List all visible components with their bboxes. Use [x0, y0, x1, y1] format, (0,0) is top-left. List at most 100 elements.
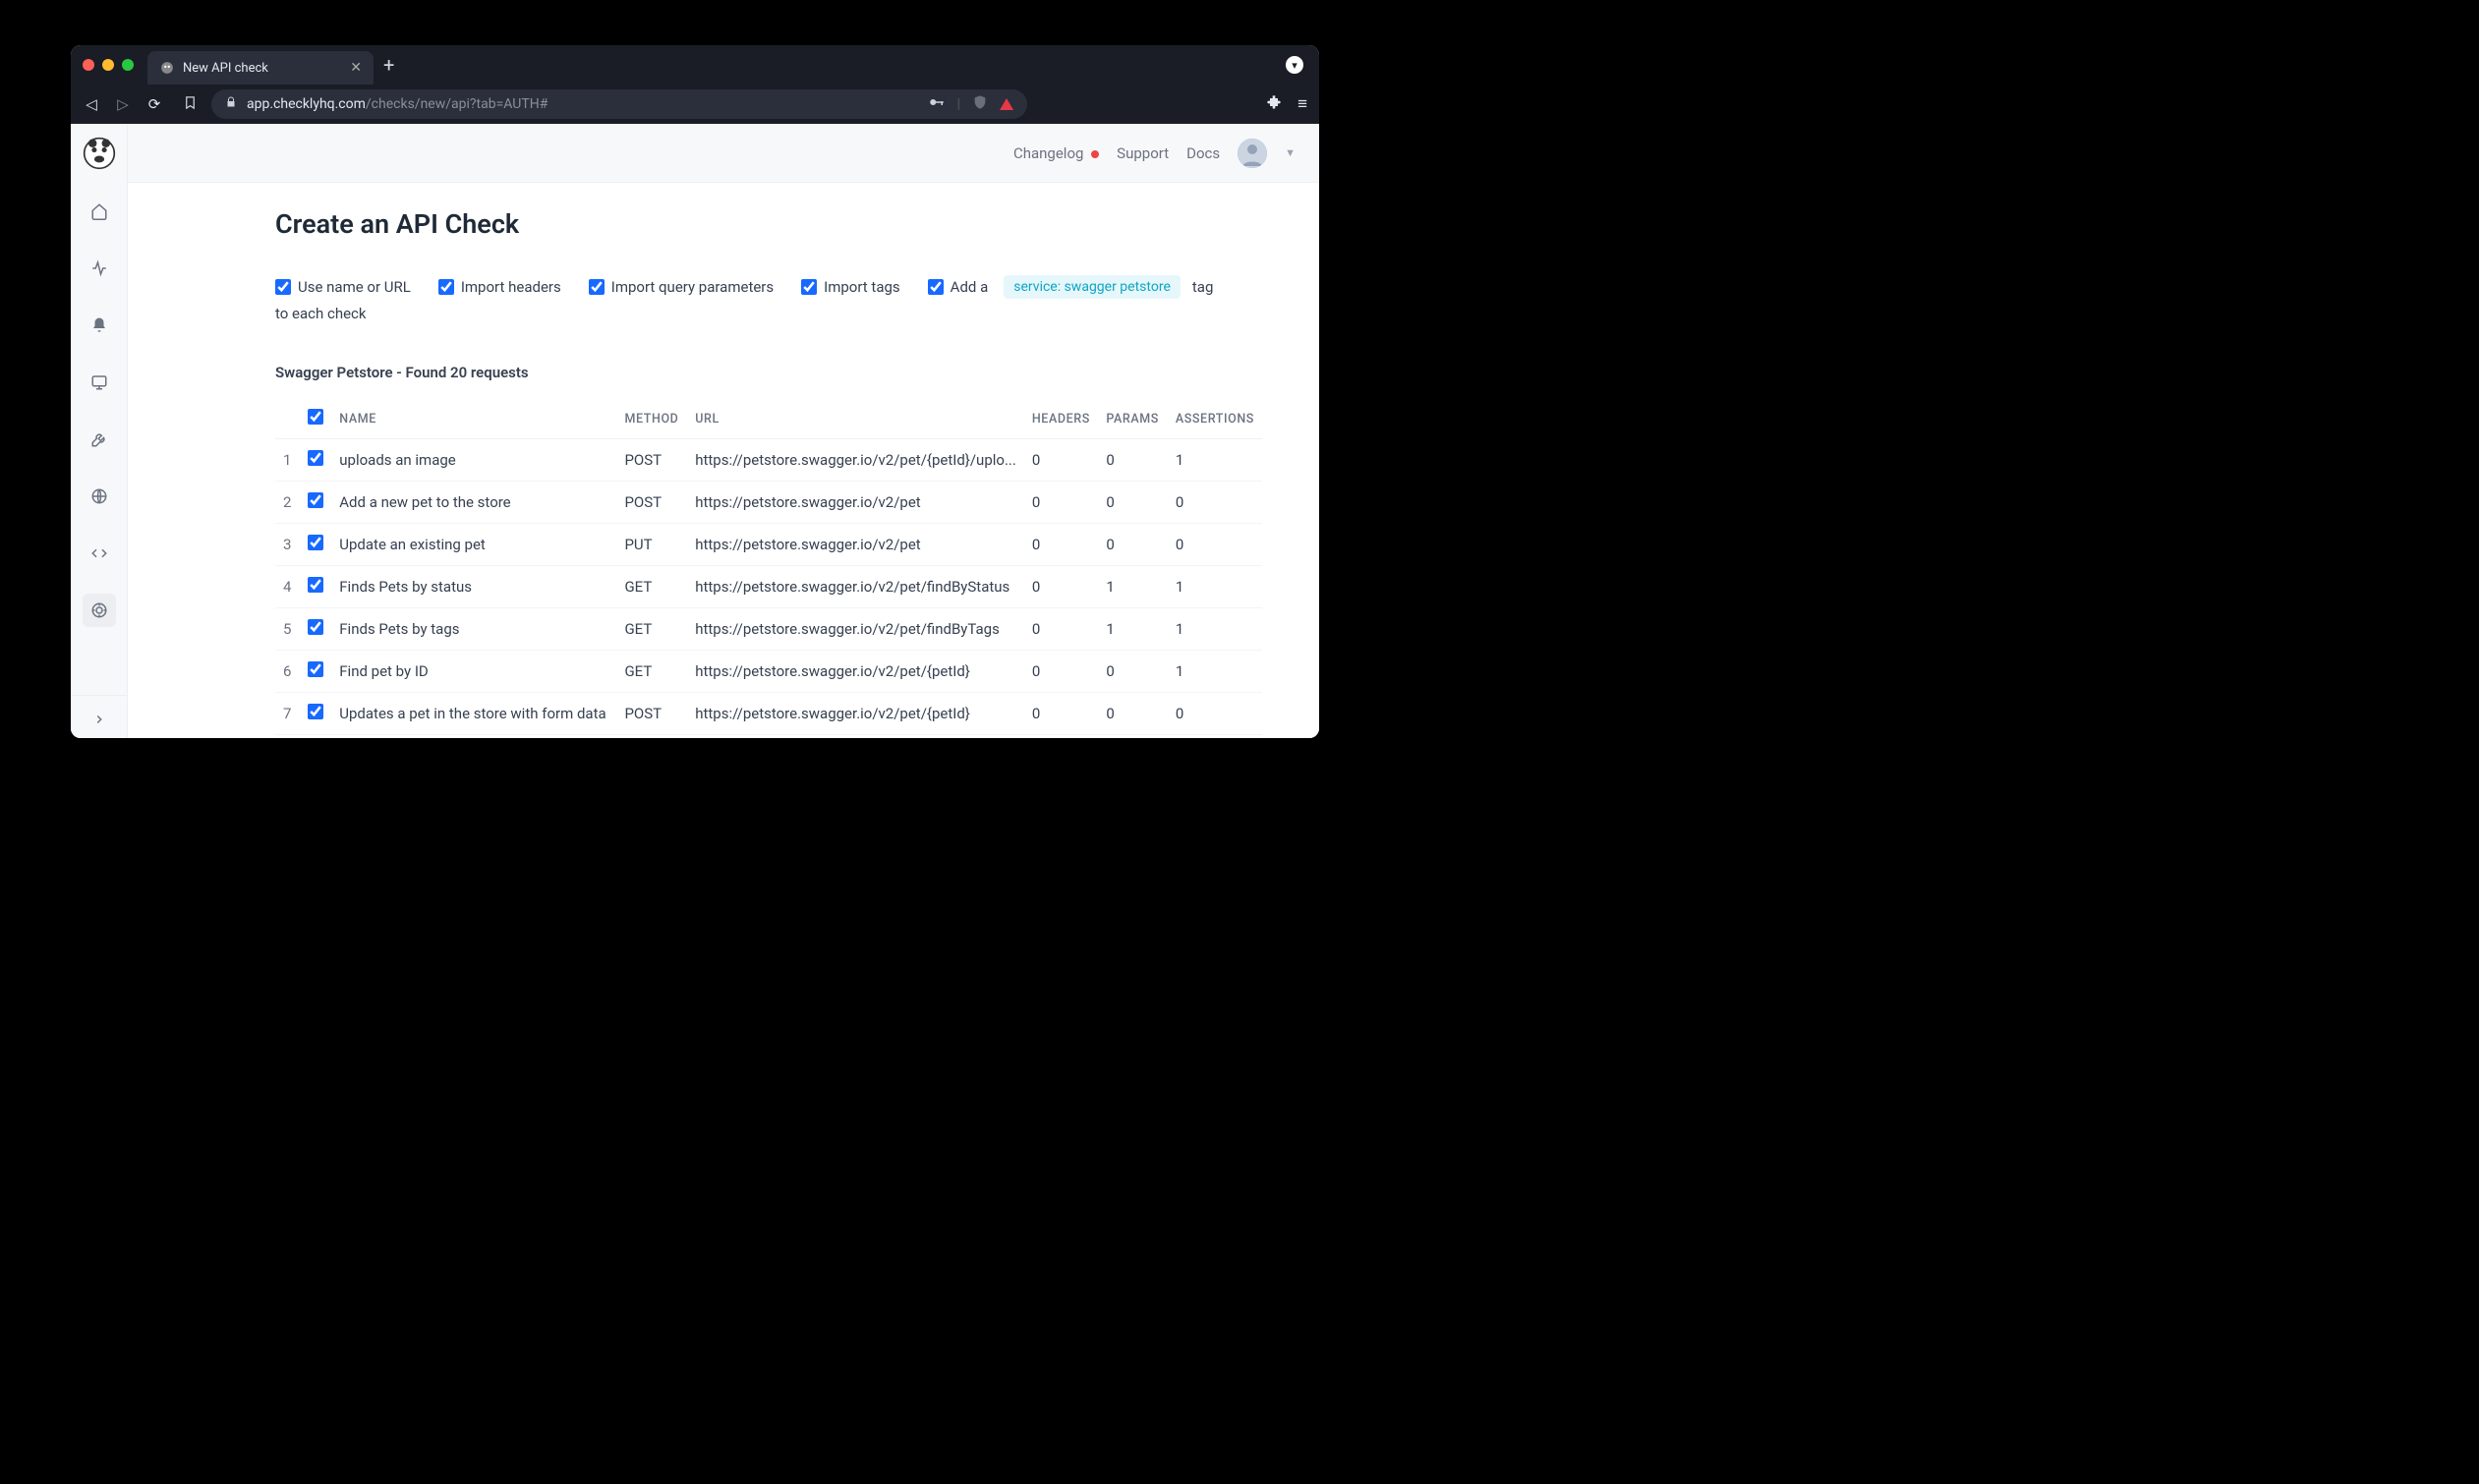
option-import-query[interactable]: Import query parameters [589, 278, 774, 296]
row-name: Finds Pets by status [331, 566, 616, 608]
row-checkbox[interactable] [308, 577, 323, 593]
address-bar: ◁ ▷ ⟳ app.checklyhq.com/checks/new/api?t… [71, 85, 1319, 124]
tag-chip: service: swagger petstore [1004, 275, 1181, 299]
forward-button[interactable]: ▷ [114, 95, 132, 113]
option-import-headers[interactable]: Import headers [438, 278, 561, 296]
table-row[interactable]: 1uploads an imagePOSThttps://petstore.sw… [275, 439, 1262, 482]
row-index: 3 [275, 524, 300, 566]
tabs-menu-button[interactable]: ▾ [1286, 56, 1303, 74]
sidebar-item-target[interactable] [83, 594, 116, 627]
tab-bar: New API check ✕ + ▾ [71, 45, 1319, 85]
user-menu-caret-icon[interactable]: ▼ [1285, 146, 1296, 159]
sidebar-item-activity[interactable] [83, 252, 116, 285]
row-checkbox[interactable] [308, 450, 323, 466]
row-index: 4 [275, 566, 300, 608]
browser-tab[interactable]: New API check ✕ [147, 51, 374, 85]
option-import-tags[interactable]: Import tags [801, 278, 900, 296]
row-url: https://petstore.swagger.io/v2/pet/findB… [687, 566, 1024, 608]
sidebar-item-alerts[interactable] [83, 309, 116, 342]
page-title: Create an API Check [275, 208, 1262, 240]
row-checkbox[interactable] [308, 492, 323, 508]
row-checkbox[interactable] [308, 535, 323, 550]
checkbox-add-tag[interactable] [928, 279, 944, 295]
sidebar-expand-button[interactable] [71, 695, 127, 728]
browser-window: New API check ✕ + ▾ ◁ ▷ ⟳ app.checklyhq.… [71, 45, 1319, 738]
row-headers: 0 [1024, 482, 1099, 524]
row-method: PUT [616, 524, 687, 566]
select-all-checkbox[interactable] [308, 409, 323, 425]
col-header-name: NAME [331, 399, 616, 439]
app-logo[interactable] [82, 136, 117, 171]
shield-icon[interactable] [972, 94, 988, 114]
row-assertions: 0 [1168, 693, 1262, 735]
option-add-tag-line2: to each check [275, 305, 1262, 322]
changelog-dot-icon [1091, 150, 1099, 158]
row-assertions: 1 [1168, 608, 1262, 651]
table-row[interactable]: 3Update an existing petPUThttps://petsto… [275, 524, 1262, 566]
topbar: Changelog Support Docs ▼ [128, 124, 1319, 183]
option-add-tag[interactable]: Add a [928, 278, 989, 296]
row-checkbox[interactable] [308, 619, 323, 635]
option-add-tag-suffix: tag [1192, 278, 1214, 296]
row-index: 5 [275, 608, 300, 651]
table-row[interactable]: 2Add a new pet to the storePOSThttps://p… [275, 482, 1262, 524]
sidebar-item-code[interactable] [83, 537, 116, 570]
changelog-link[interactable]: Changelog [1013, 144, 1099, 162]
row-checkbox[interactable] [308, 661, 323, 677]
row-headers: 0 [1024, 693, 1099, 735]
requests-table: NAME METHOD URL HEADERS PARAMS ASSERTION… [275, 399, 1262, 735]
table-row[interactable]: 7 Updates a pet in the store with form da… [275, 693, 1262, 735]
extensions-button[interactable] [1266, 94, 1282, 115]
import-summary: Swagger Petstore - Found 20 requests [275, 364, 1262, 381]
brave-icon[interactable] [1000, 98, 1013, 110]
url-text: app.checklyhq.com/checks/new/api?tab=AUT… [247, 96, 548, 112]
table-row[interactable]: 4 Finds Pets by statusGEThttps://petstore… [275, 566, 1262, 608]
url-field[interactable]: app.checklyhq.com/checks/new/api?tab=AUT… [211, 89, 1027, 119]
table-row[interactable]: 6Find pet by IDGEThttps://petstore.swagg… [275, 651, 1262, 693]
row-assertions: 0 [1168, 482, 1262, 524]
col-header-index [275, 399, 300, 439]
sidebar-item-globe[interactable] [83, 480, 116, 513]
new-tab-button[interactable]: + [383, 53, 394, 77]
row-index: 7 [275, 693, 300, 735]
window-close-button[interactable] [83, 59, 94, 71]
support-link[interactable]: Support [1117, 144, 1169, 162]
row-index: 6 [275, 651, 300, 693]
option-use-name-url[interactable]: Use name or URL [275, 278, 411, 296]
checkbox-import-headers[interactable] [438, 279, 454, 295]
bookmark-button[interactable] [183, 95, 198, 114]
table-row[interactable]: 5Finds Pets by tagsGEThttps://petstore.s… [275, 608, 1262, 651]
sidebar-item-dashboard[interactable] [83, 366, 116, 399]
window-minimize-button[interactable] [102, 59, 114, 71]
row-params: 1 [1098, 566, 1168, 608]
tab-close-button[interactable]: ✕ [350, 60, 362, 76]
row-assertions: 1 [1168, 439, 1262, 482]
row-url: https://petstore.swagger.io/v2/pet/{petI… [687, 693, 1024, 735]
row-assertions: 0 [1168, 524, 1262, 566]
checkbox-import-query[interactable] [589, 279, 605, 295]
row-name: Add a new pet to the store [331, 482, 616, 524]
browser-menu-button[interactable]: ≡ [1297, 94, 1307, 114]
app-frame: Changelog Support Docs ▼ Create an API C… [71, 124, 1319, 738]
row-name: Updates a pet in the store with form dat… [331, 693, 616, 735]
row-checkbox[interactable] [308, 704, 323, 719]
sidebar [71, 124, 128, 738]
docs-link[interactable]: Docs [1186, 144, 1220, 162]
checkbox-use-name-url[interactable] [275, 279, 291, 295]
reload-button[interactable]: ⟳ [145, 95, 163, 113]
row-method: GET [616, 566, 687, 608]
col-header-assertions: ASSERTIONS [1168, 399, 1262, 439]
key-icon[interactable] [928, 93, 946, 115]
lock-icon [225, 96, 237, 112]
row-headers: 0 [1024, 439, 1099, 482]
window-maximize-button[interactable] [122, 59, 134, 71]
row-headers: 0 [1024, 651, 1099, 693]
sidebar-item-maintenance[interactable] [83, 423, 116, 456]
row-assertions: 1 [1168, 651, 1262, 693]
checkbox-import-tags[interactable] [801, 279, 817, 295]
back-button[interactable]: ◁ [83, 95, 100, 113]
row-method: GET [616, 608, 687, 651]
sidebar-item-home[interactable] [83, 195, 116, 228]
col-header-url: URL [687, 399, 1024, 439]
user-avatar[interactable] [1238, 139, 1267, 168]
